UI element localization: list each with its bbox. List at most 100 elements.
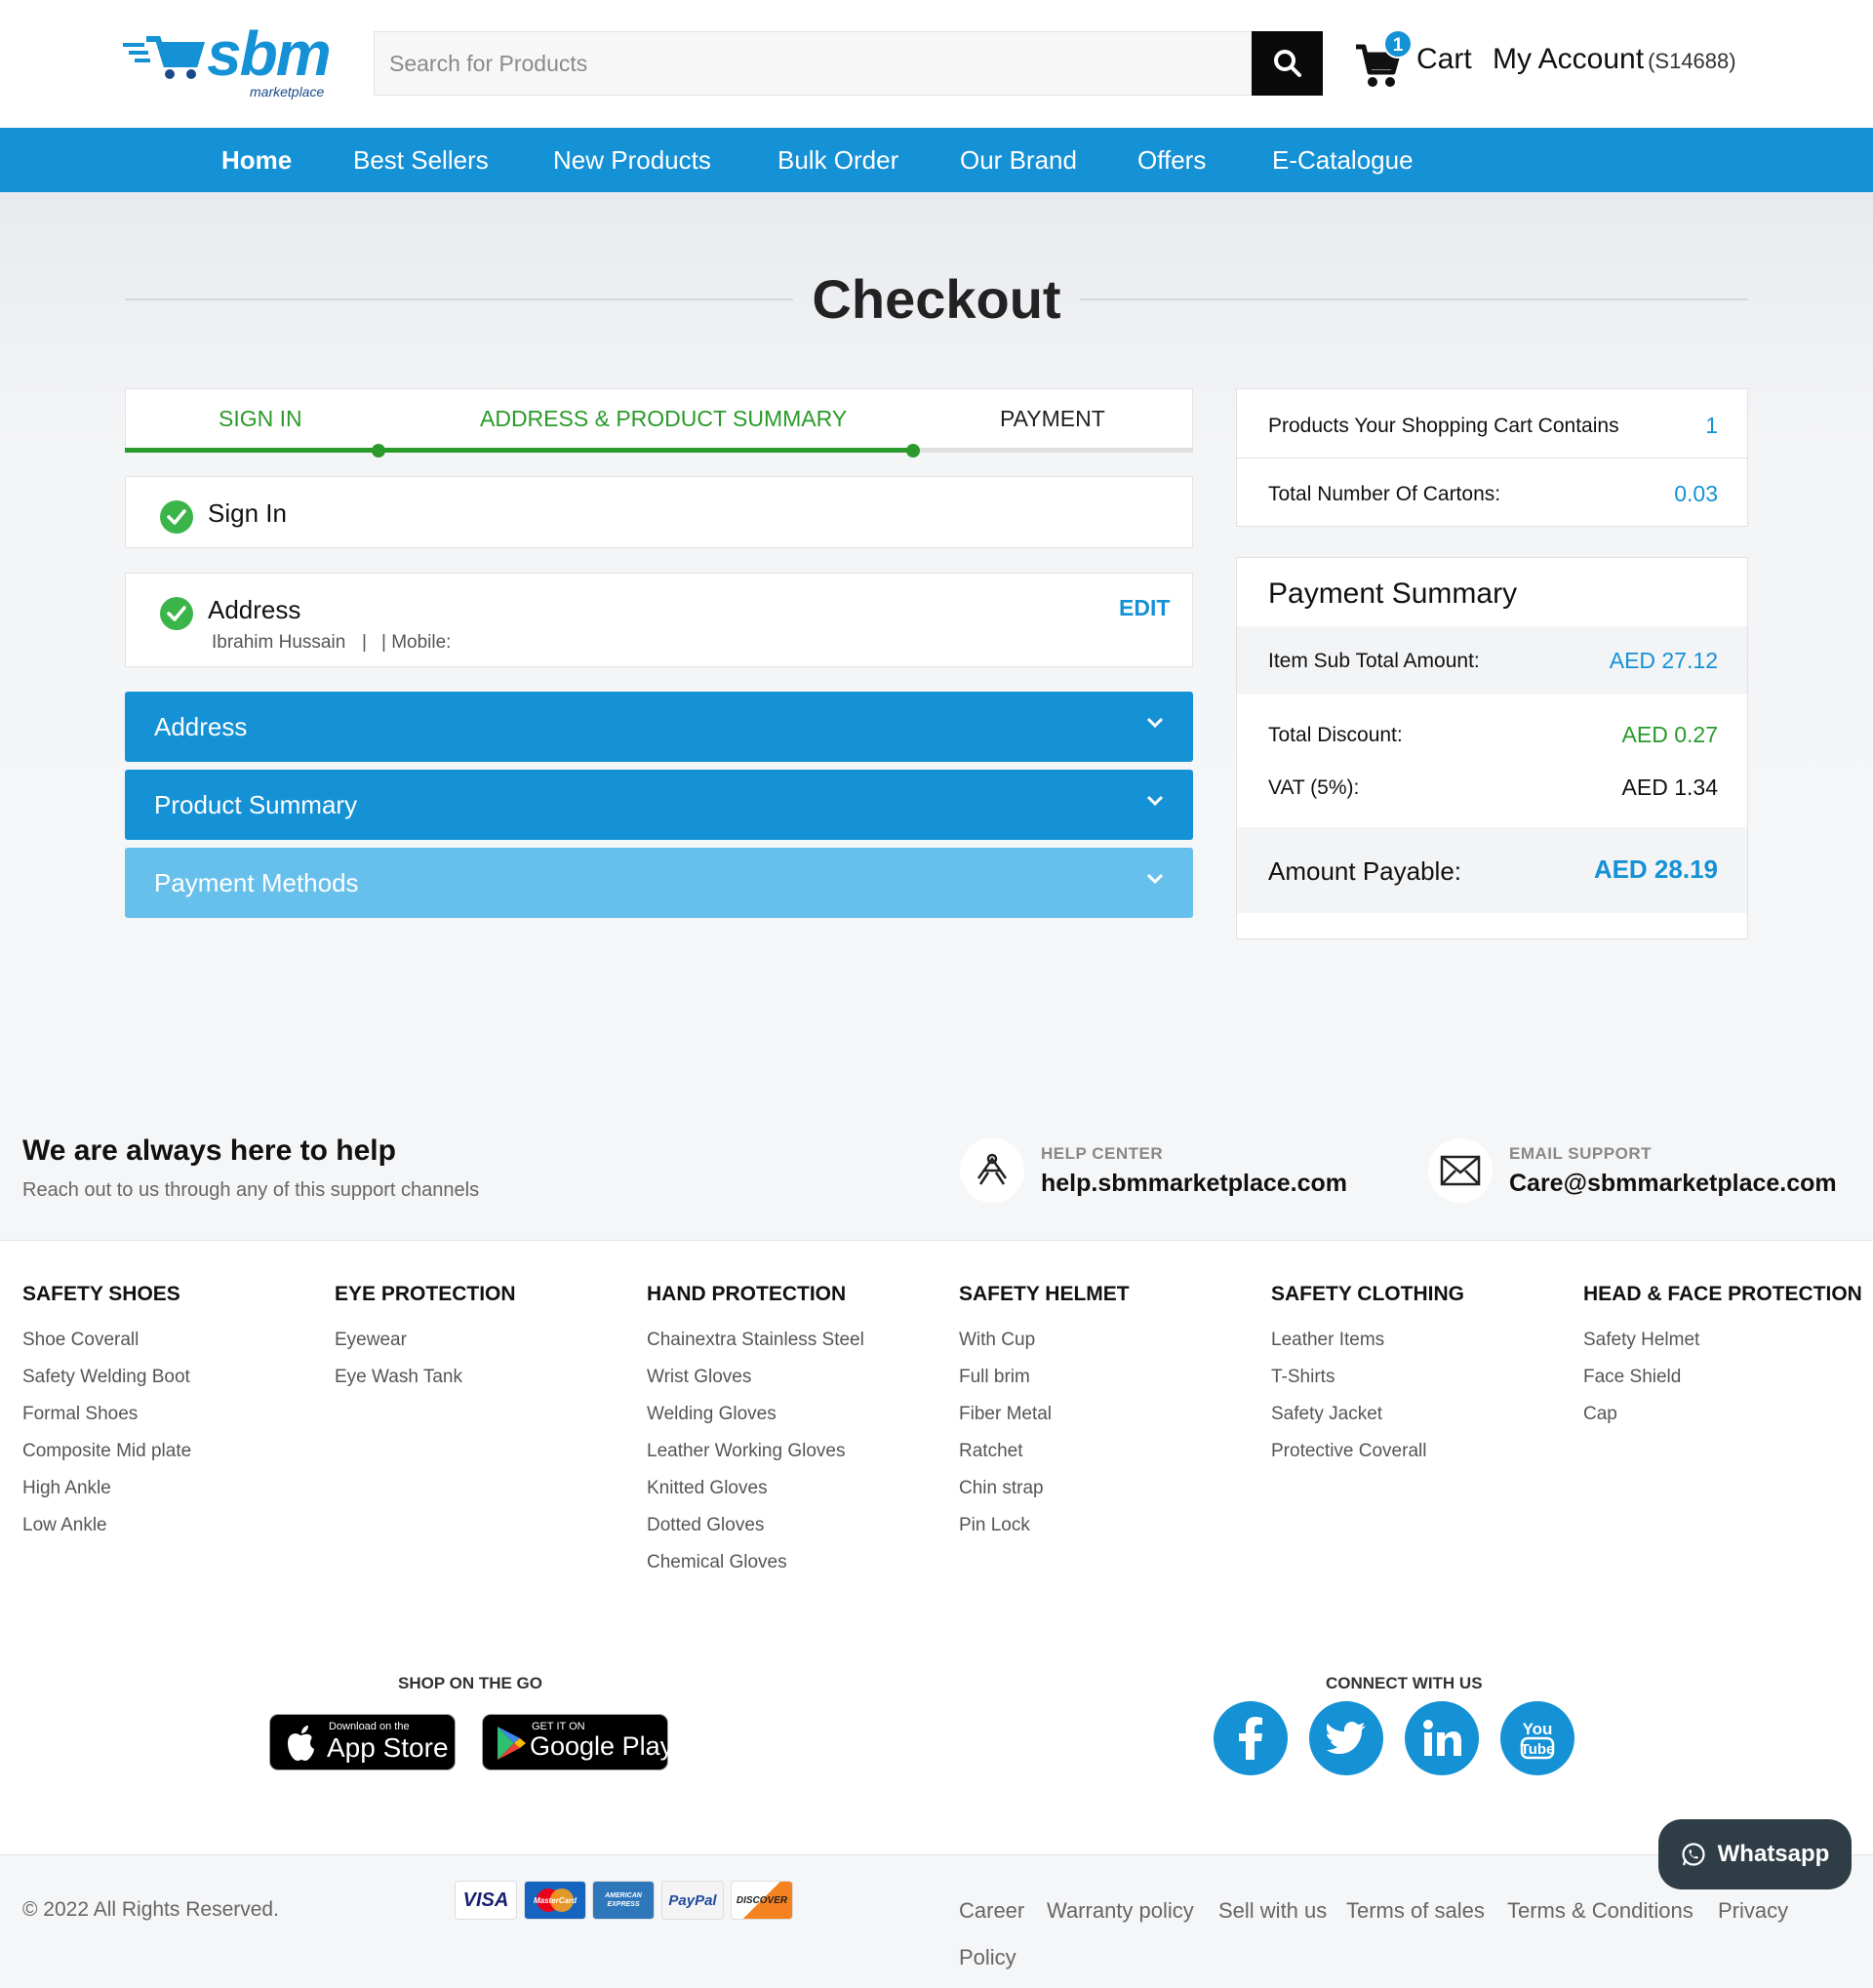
amex-text: AMERICAN EXPRESS (605, 1892, 642, 1908)
nav-item-new-products[interactable]: New Products (553, 145, 711, 176)
app-store-badge[interactable]: Download on the App Store (269, 1714, 456, 1770)
footer-link[interactable]: Safety Welding Boot (22, 1367, 190, 1388)
edit-address-button[interactable]: EDIT (1119, 595, 1170, 621)
footer-link-terms-of-sales[interactable]: Terms of sales (1346, 1898, 1485, 1924)
payable-label: Amount Payable: (1268, 856, 1462, 886)
cart-link[interactable]: 1 Cart (1354, 29, 1481, 92)
footer-link-career[interactable]: Career (959, 1898, 1024, 1924)
footer-link[interactable]: High Ankle (22, 1478, 111, 1499)
footer-col-title[interactable]: HEAD & FACE PROTECTION (1583, 1283, 1862, 1306)
footer-link[interactable]: With Cup (959, 1330, 1035, 1351)
accordion-payment-methods[interactable]: Payment Methods (125, 848, 1193, 918)
nav-item-home[interactable]: Home (221, 145, 292, 176)
whatsapp-label: Whatsapp (1717, 1841, 1830, 1867)
footer-link[interactable]: Leather Items (1271, 1330, 1384, 1351)
google-play-badge[interactable]: GET IT ON Google Play (482, 1714, 673, 1770)
linkedin-icon[interactable] (1405, 1701, 1479, 1775)
footer-col-title[interactable]: SAFETY HELMET (959, 1283, 1130, 1306)
footer-col-title[interactable]: SAFETY CLOTHING (1271, 1283, 1464, 1306)
step-payment[interactable]: PAYMENT (1000, 406, 1105, 432)
footer-link[interactable]: Fiber Metal (959, 1404, 1052, 1425)
google-play-icon (498, 1727, 526, 1760)
search-button[interactable] (1252, 31, 1323, 96)
step-dot-2 (906, 444, 920, 457)
footer-col-title[interactable]: SAFETY SHOES (22, 1283, 180, 1306)
step-sign-in[interactable]: SIGN IN (219, 406, 302, 432)
discount-label: Total Discount: (1268, 724, 1403, 746)
whatsapp-button[interactable]: Whatsapp (1658, 1819, 1852, 1889)
logo-text: sbm (207, 19, 332, 89)
footer-link[interactable]: Shoe Coverall (22, 1330, 139, 1351)
nav-item-best-sellers[interactable]: Best Sellers (353, 145, 489, 176)
sbm-logo[interactable]: sbm marketplace (123, 19, 339, 103)
email-support-label: EMAIL SUPPORT (1509, 1144, 1652, 1163)
footer-link-sell[interactable]: Sell with us (1218, 1898, 1327, 1924)
footer-link[interactable]: Ratchet (959, 1441, 1022, 1462)
accordion-product-summary-label: Product Summary (154, 790, 358, 819)
footer-link[interactable]: Safety Jacket (1271, 1404, 1382, 1425)
footer-link[interactable]: Pin Lock (959, 1515, 1030, 1536)
help-center-link[interactable]: help.sbmmarketplace.com (1041, 1170, 1347, 1198)
chevron-down-icon (1146, 717, 1164, 729)
twitter-icon[interactable] (1309, 1701, 1383, 1775)
my-account-link[interactable]: My Account (S14688) (1493, 43, 1736, 76)
help-section: We are always here to help Reach out to … (0, 1101, 1873, 1241)
logo-cart-icon (123, 36, 205, 79)
search-input[interactable] (375, 32, 1252, 95)
footer-link[interactable]: Protective Coverall (1271, 1441, 1426, 1462)
address-mobile: | Mobile: (381, 632, 452, 653)
footer-link[interactable]: Safety Helmet (1583, 1330, 1699, 1351)
payment-summary-panel: Payment Summary Item Sub Total Amount: A… (1236, 557, 1748, 939)
footer-link[interactable]: Low Ankle (22, 1515, 107, 1536)
nav-item-bulk-order[interactable]: Bulk Order (777, 145, 898, 176)
check-circle-icon (160, 597, 193, 630)
paypal-text: PayPal (668, 1891, 717, 1909)
footer-link[interactable]: Eye Wash Tank (335, 1367, 462, 1388)
footer-link[interactable]: Dotted Gloves (647, 1515, 764, 1536)
logo-subtext: marketplace (250, 84, 325, 99)
discover-text: DISCOVER (736, 1894, 788, 1906)
address-separator: | (362, 632, 367, 653)
footer-link[interactable]: Composite Mid plate (22, 1441, 191, 1462)
footer-col-title[interactable]: EYE PROTECTION (335, 1283, 516, 1306)
youtube-icon[interactable]: You Tube (1500, 1701, 1574, 1775)
footer-link[interactable]: Leather Working Gloves (647, 1441, 845, 1462)
email-support-link[interactable]: Care@sbmmarketplace.com (1509, 1170, 1837, 1198)
footer-link[interactable]: Chemical Gloves (647, 1552, 787, 1573)
panel-divider (1237, 457, 1747, 458)
app-store-text: App Store (327, 1732, 449, 1763)
footer-link[interactable]: Eyewear (335, 1330, 407, 1351)
facebook-icon[interactable] (1214, 1701, 1288, 1775)
help-subtitle: Reach out to us through any of this supp… (22, 1179, 480, 1201)
footer-link[interactable]: Formal Shoes (22, 1404, 138, 1425)
footer-link-policy[interactable]: Policy (959, 1945, 1016, 1970)
footer-link[interactable]: Wrist Gloves (647, 1367, 751, 1388)
footer-link[interactable]: Chainextra Stainless Steel (647, 1330, 864, 1351)
cart-label: Cart (1416, 43, 1472, 75)
whatsapp-icon (1682, 1843, 1705, 1866)
footer-link[interactable]: Welding Gloves (647, 1404, 777, 1425)
footer-link-warranty[interactable]: Warranty policy (1047, 1898, 1194, 1924)
nav-item-our-brand[interactable]: Our Brand (960, 145, 1077, 176)
nav-item-e-catalogue[interactable]: E-Catalogue (1272, 145, 1414, 176)
nav-item-offers[interactable]: Offers (1137, 145, 1206, 176)
footer-link[interactable]: Knitted Gloves (647, 1478, 768, 1499)
step-address-product-summary[interactable]: ADDRESS & PRODUCT SUMMARY (480, 406, 847, 432)
discover-card-icon: DISCOVER (731, 1881, 793, 1920)
products-count-value: 1 (1705, 413, 1718, 438)
footer-col-title[interactable]: HAND PROTECTION (647, 1283, 846, 1306)
footer-link[interactable]: Face Shield (1583, 1367, 1681, 1388)
footer-link[interactable]: Cap (1583, 1404, 1617, 1425)
accordion-address[interactable]: Address (125, 692, 1193, 762)
accordion-product-summary[interactable]: Product Summary (125, 770, 1193, 840)
chevron-down-icon (1146, 795, 1164, 807)
help-center-label: HELP CENTER (1041, 1144, 1164, 1163)
footer-link[interactable]: T-Shirts (1271, 1367, 1335, 1388)
footer-link-privacy[interactable]: Privacy (1718, 1898, 1788, 1924)
checkout-steps: SIGN IN ADDRESS & PRODUCT SUMMARY PAYMEN… (125, 388, 1193, 453)
footer-link[interactable]: Chin strap (959, 1478, 1044, 1499)
footer-link-terms-conditions[interactable]: Terms & Conditions (1507, 1898, 1694, 1924)
mastercard-text: MasterCard (533, 1895, 577, 1905)
footer-link[interactable]: Full brim (959, 1367, 1030, 1388)
visa-text: VISA (462, 1889, 509, 1911)
